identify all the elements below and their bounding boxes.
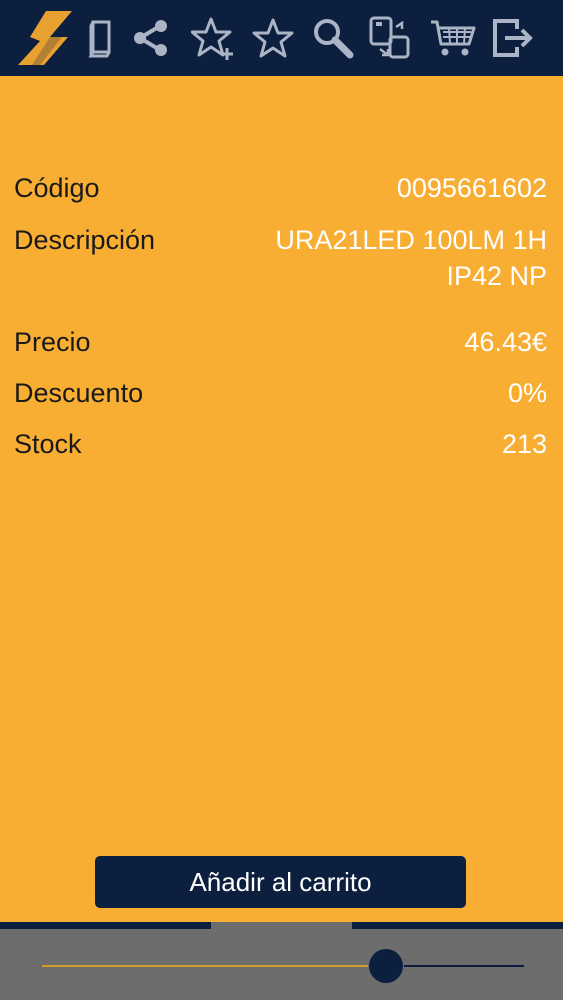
price-row: Precio 46.43€ bbox=[14, 324, 547, 360]
slider-track-filled[interactable] bbox=[42, 965, 368, 967]
description-row: Descripción URA21LED 100LM 1H IP42 NP bbox=[14, 222, 547, 294]
slider-track-empty[interactable] bbox=[404, 965, 524, 967]
code-value: 0095661602 bbox=[396, 173, 547, 203]
logout-icon[interactable] bbox=[490, 0, 536, 76]
description-label: Descripción bbox=[14, 225, 156, 255]
bottom-divider bbox=[0, 922, 563, 929]
description-value: URA21LED 100LM 1H IP42 NP bbox=[275, 225, 547, 291]
price-value: 46.43€ bbox=[464, 327, 547, 357]
bottom-divider-gap bbox=[211, 922, 352, 929]
discount-label: Descuento bbox=[14, 378, 144, 408]
favorite-icon[interactable] bbox=[250, 0, 296, 76]
discount-row: Descuento 0% bbox=[14, 375, 547, 411]
top-toolbar bbox=[0, 0, 563, 76]
slider-thumb[interactable] bbox=[369, 949, 403, 983]
price-label: Precio bbox=[14, 327, 91, 357]
add-to-cart-button[interactable]: Añadir al carrito bbox=[95, 856, 466, 908]
cart-icon[interactable] bbox=[428, 0, 478, 76]
device-sync-icon[interactable] bbox=[368, 0, 414, 76]
stock-value: 213 bbox=[501, 429, 547, 459]
logo-icon[interactable] bbox=[8, 0, 82, 76]
share-icon[interactable] bbox=[128, 0, 172, 76]
stock-row: Stock 213 bbox=[14, 426, 547, 462]
product-detail-panel: Código 0095661602 Descripción URA21LED 1… bbox=[0, 76, 563, 922]
code-label: Código bbox=[14, 173, 100, 203]
bottom-bar bbox=[0, 929, 563, 1000]
search-icon[interactable] bbox=[310, 0, 356, 76]
catalog-icon[interactable] bbox=[84, 0, 116, 76]
discount-value: 0% bbox=[507, 378, 547, 408]
code-row: Código 0095661602 bbox=[14, 170, 547, 206]
add-favorite-icon[interactable] bbox=[190, 0, 238, 76]
stock-label: Stock bbox=[14, 429, 82, 459]
